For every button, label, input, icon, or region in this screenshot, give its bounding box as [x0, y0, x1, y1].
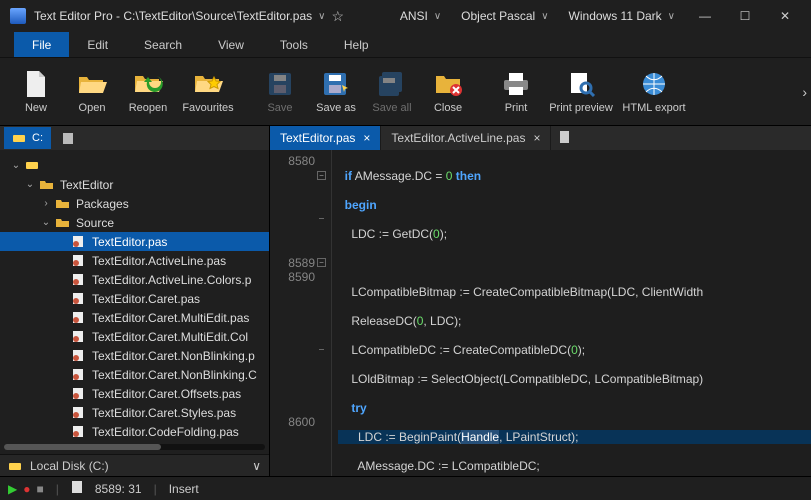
workspace: C: ⌄ ⌄TextEditor ›Packages ⌄Source TextE… — [0, 126, 811, 476]
code-editor[interactable]: 8580 − 8589− 8590 8600 if AMessage.DC = … — [270, 150, 811, 476]
print-button[interactable]: Print — [488, 70, 544, 114]
status-doc-icon — [71, 480, 83, 497]
encoding-combo[interactable]: ANSI∨ — [390, 9, 451, 23]
saveas-button[interactable]: Save as — [308, 70, 364, 114]
maximize-button[interactable]: ☐ — [725, 2, 765, 30]
menu-help[interactable]: Help — [326, 32, 387, 57]
pas-file-icon — [70, 254, 86, 268]
menu-bar: File Edit Search View Tools Help — [0, 32, 811, 58]
open-button[interactable]: Open — [64, 70, 120, 114]
saveall-icon — [377, 70, 407, 98]
save-button[interactable]: Save — [252, 70, 308, 114]
sidebar-tab-other[interactable] — [53, 127, 83, 149]
tree-folder-source[interactable]: ⌄Source — [0, 213, 269, 232]
fold-icon[interactable]: − — [317, 171, 326, 180]
sidebar: C: ⌄ ⌄TextEditor ›Packages ⌄Source TextE… — [0, 126, 270, 476]
print-icon — [501, 70, 531, 98]
tree-folder-texteditor[interactable]: ⌄TextEditor — [0, 175, 269, 194]
title-dropdown[interactable]: ∨ — [318, 11, 325, 22]
menu-edit[interactable]: Edit — [69, 32, 126, 57]
menu-search[interactable]: Search — [126, 32, 200, 57]
pas-file-icon — [70, 387, 86, 401]
new-file-icon — [21, 70, 51, 98]
close-folder-icon — [433, 70, 463, 98]
favourites-icon — [193, 70, 223, 98]
pas-file-icon — [70, 425, 86, 439]
cursor-position: 8589: 31 — [95, 482, 142, 496]
html-export-button[interactable]: HTML export — [618, 70, 690, 114]
title-bar: Text Editor Pro - C:\TextEditor\Source\T… — [0, 0, 811, 32]
pas-file-icon — [70, 273, 86, 287]
new-tab-button[interactable] — [551, 130, 579, 147]
language-combo[interactable]: Object Pascal∨ — [451, 9, 558, 23]
app-logo-icon — [10, 8, 26, 24]
favourites-button[interactable]: Favourites — [176, 70, 240, 114]
editor-tabs: TextEditor.pas× TextEditor.ActiveLine.pa… — [270, 126, 811, 150]
tree-file[interactable]: TextEditor.Caret.NonBlinking.p — [0, 346, 269, 365]
tree-file[interactable]: TextEditor.Caret.Styles.pas — [0, 403, 269, 422]
file-tree[interactable]: ⌄ ⌄TextEditor ›Packages ⌄Source TextEdit… — [0, 150, 269, 444]
pas-file-icon — [70, 406, 86, 420]
tab-close-icon[interactable]: × — [363, 131, 370, 145]
drive-icon — [8, 460, 22, 472]
pas-file-icon — [70, 368, 86, 382]
print-preview-button[interactable]: Print preview — [544, 70, 618, 114]
pas-file-icon — [70, 292, 86, 306]
tree-file[interactable]: TextEditor.CodeFolding.pas — [0, 422, 269, 441]
code-body[interactable]: if AMessage.DC = 0 then begin LDC := Get… — [332, 150, 811, 476]
pas-file-icon — [70, 311, 86, 325]
fold-icon[interactable]: − — [317, 258, 326, 267]
pas-file-icon — [70, 330, 86, 344]
toolbar: New Open Reopen Favourites Save Save as … — [0, 58, 811, 126]
pas-file-icon — [70, 349, 86, 363]
editor-area: TextEditor.pas× TextEditor.ActiveLine.pa… — [270, 126, 811, 476]
tree-file[interactable]: TextEditor.ActiveLine.pas — [0, 251, 269, 270]
insert-mode: Insert — [169, 482, 199, 496]
window-title: Text Editor Pro - C:\TextEditor\Source\T… — [34, 9, 312, 23]
drive-combo[interactable]: Local Disk (C:)∨ — [0, 454, 269, 476]
open-folder-icon — [77, 70, 107, 98]
tree-drive-root[interactable]: ⌄ — [0, 156, 269, 175]
new-button[interactable]: New — [8, 70, 64, 114]
editor-tab-1[interactable]: TextEditor.ActiveLine.pas× — [381, 126, 551, 150]
reopen-button[interactable]: Reopen — [120, 70, 176, 114]
print-preview-icon — [566, 70, 596, 98]
gutter[interactable]: 8580 − 8589− 8590 8600 — [270, 150, 332, 476]
toolbar-overflow-icon[interactable]: › — [802, 84, 807, 100]
tree-file[interactable]: TextEditor.pas — [0, 232, 269, 251]
theme-combo[interactable]: Windows 11 Dark∨ — [559, 9, 685, 23]
tree-folder-packages[interactable]: ›Packages — [0, 194, 269, 213]
sidebar-tabs: C: — [0, 126, 269, 150]
close-button[interactable]: ✕ — [765, 2, 805, 30]
tab-close-icon[interactable]: × — [533, 131, 540, 145]
tree-file[interactable]: TextEditor.ActiveLine.Colors.p — [0, 270, 269, 289]
tree-file[interactable]: TextEditor.Caret.Offsets.pas — [0, 384, 269, 403]
status-bar: ▶●■ | 8589: 31 | Insert — [0, 476, 811, 500]
tree-file[interactable]: TextEditor.Caret.MultiEdit.pas — [0, 308, 269, 327]
save-icon — [265, 70, 295, 98]
menu-file[interactable]: File — [14, 32, 69, 57]
html-export-icon — [639, 70, 669, 98]
tree-file[interactable]: TextEditor.Caret.MultiEdit.Col — [0, 327, 269, 346]
sidebar-scrollbar[interactable] — [4, 444, 265, 450]
favourite-star-icon[interactable]: ☆ — [331, 8, 344, 25]
reopen-icon — [133, 70, 163, 98]
editor-tab-0[interactable]: TextEditor.pas× — [270, 126, 381, 150]
saveas-icon — [321, 70, 351, 98]
drive-icon — [12, 132, 26, 144]
tree-file[interactable]: TextEditor.Caret.pas — [0, 289, 269, 308]
pas-file-icon — [70, 235, 86, 249]
close-file-button[interactable]: Close — [420, 70, 476, 114]
saveall-button[interactable]: Save all — [364, 70, 420, 114]
doc-tab-icon — [61, 132, 75, 144]
tree-file[interactable]: TextEditor.Caret.NonBlinking.C — [0, 365, 269, 384]
menu-tools[interactable]: Tools — [262, 32, 326, 57]
sidebar-tab-drive-c[interactable]: C: — [4, 127, 51, 149]
macro-controls[interactable]: ▶●■ — [8, 482, 44, 496]
menu-view[interactable]: View — [200, 32, 262, 57]
minimize-button[interactable]: — — [685, 2, 725, 30]
